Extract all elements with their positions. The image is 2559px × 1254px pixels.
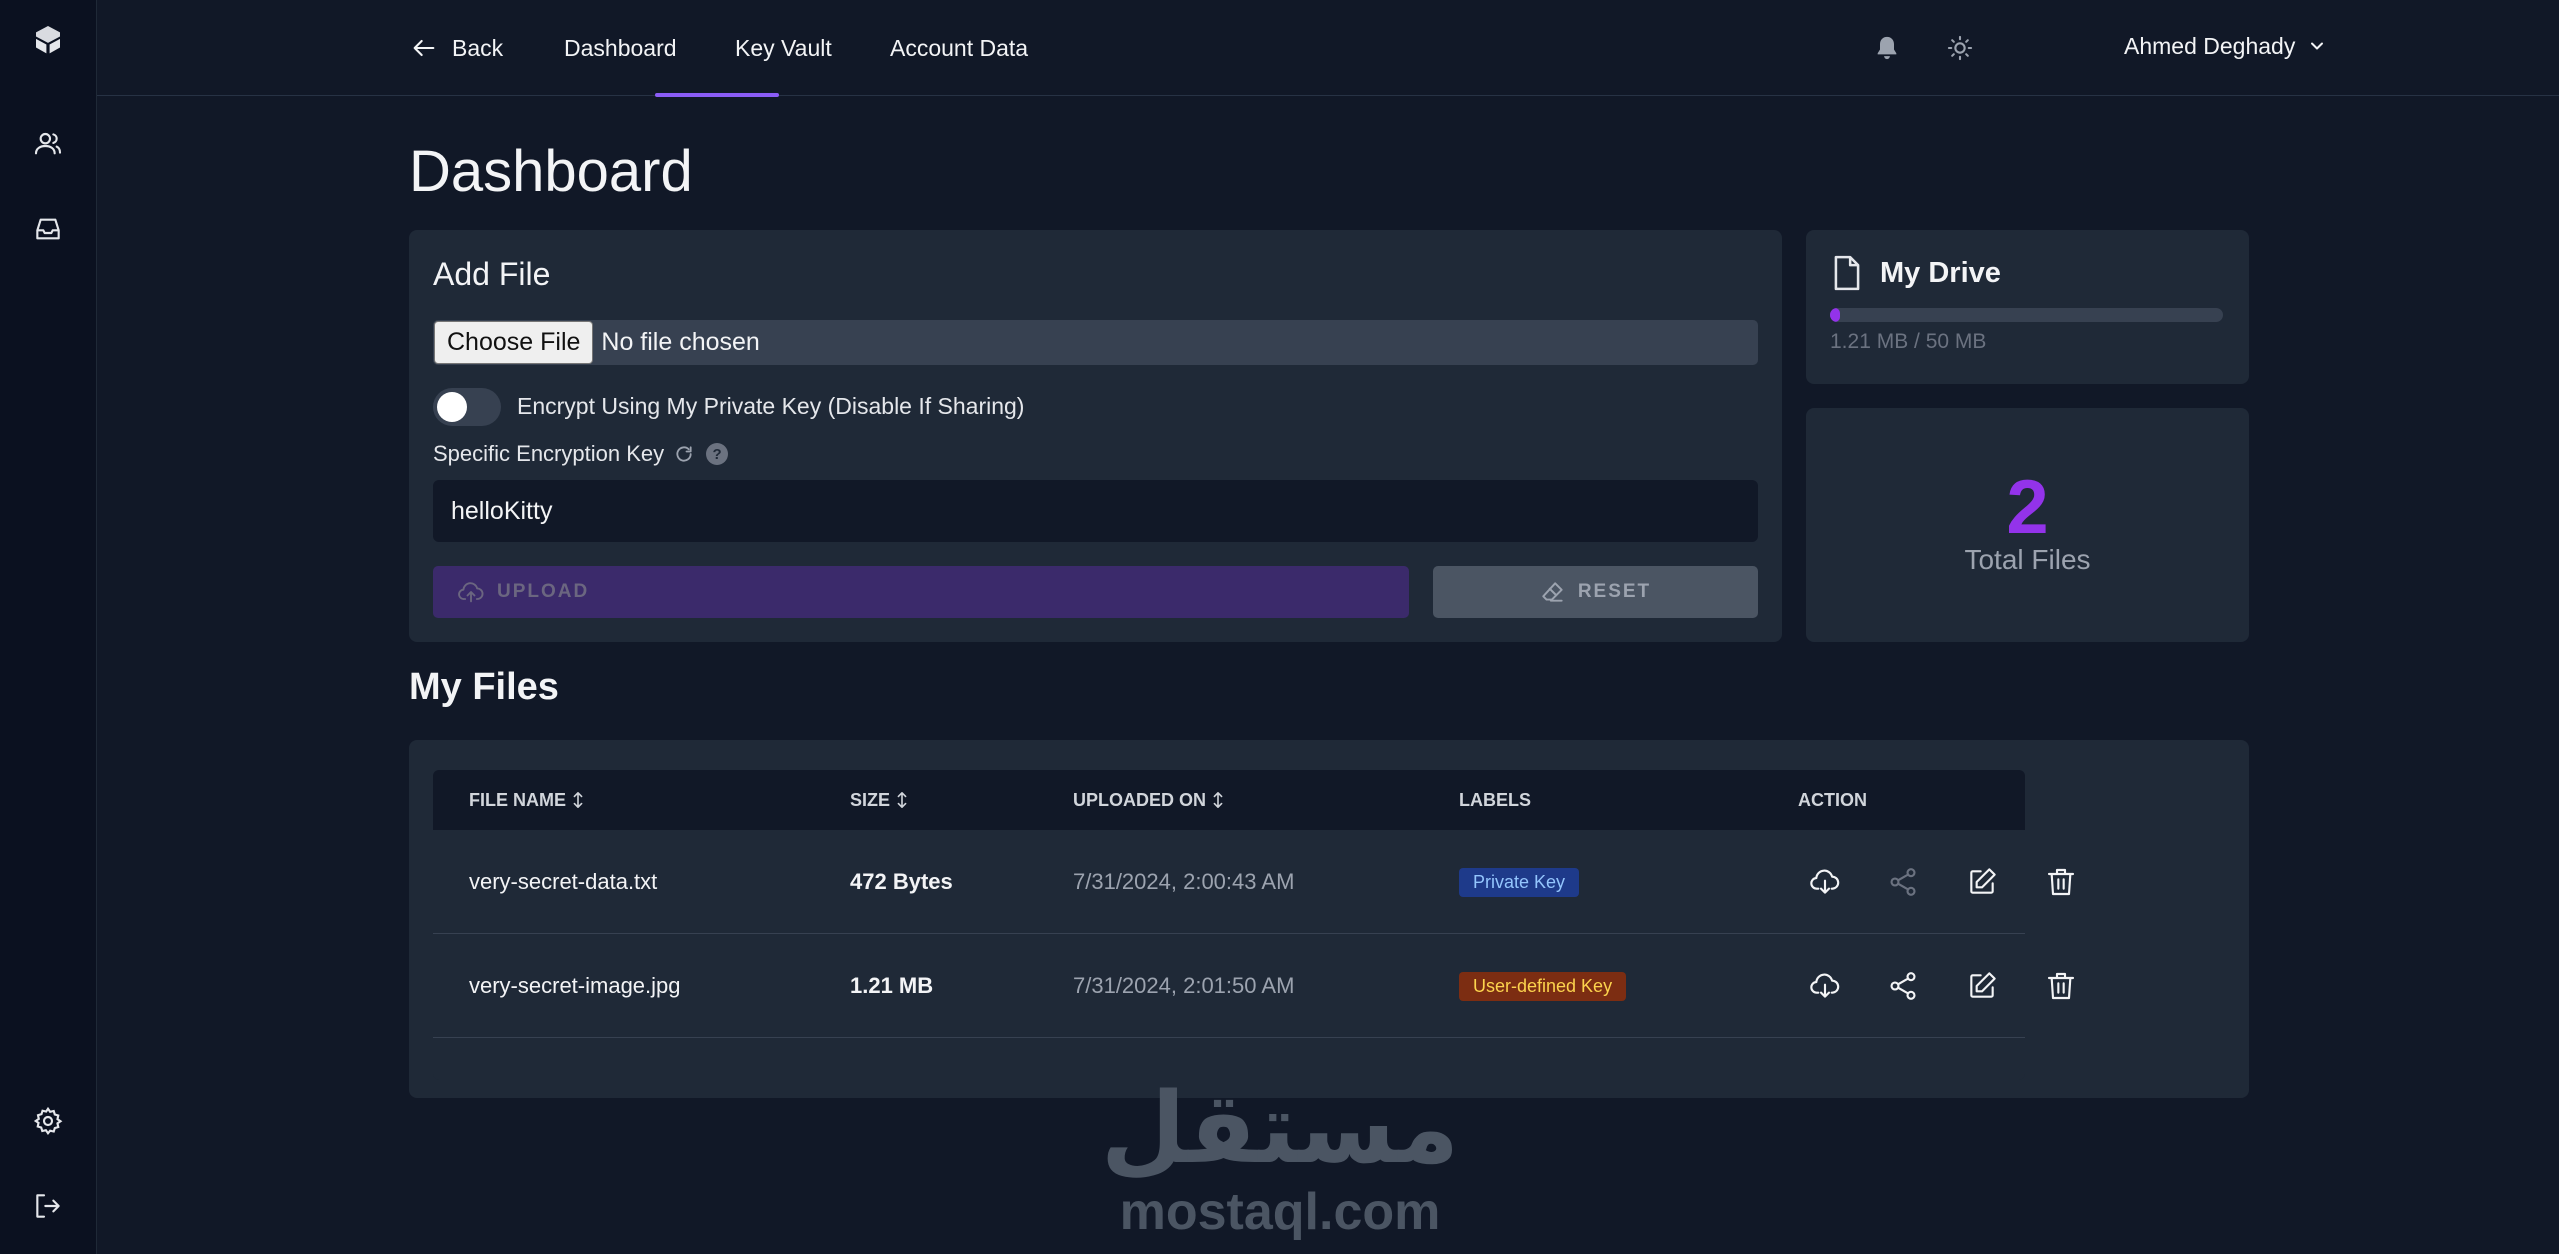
page-title: Dashboard [409,139,693,204]
col-action: ACTION [1798,789,1867,810]
watermark-latin: mostaql.com [1119,1183,1441,1241]
reset-label: RESET [1577,581,1652,602]
tab-account-data[interactable]: Account Data [890,0,1028,96]
uploaded-on-cell: 7/31/2024, 2:00:43 AM [1073,869,1295,894]
chevron-down-icon [2311,42,2324,50]
file-icon [1834,255,1860,291]
my-files-title: My Files [409,666,559,708]
no-file-text: No file chosen [601,328,760,356]
storage-progress-fill [1830,308,1840,322]
storage-progress-bar [1830,308,2223,322]
files-table: FILE NAME SIZE UPLOADED ON LABELS ACTION… [433,770,2075,1080]
total-files-card: 2 Total Files [1806,408,2249,642]
col-labels: LABELS [1459,789,1531,810]
col-file-name-label: FILE NAME [469,789,566,810]
label-badge: User-defined Key [1459,971,1627,1001]
eraser-icon [1542,582,1563,602]
toggle-knob [437,392,467,422]
table-header: FILE NAME SIZE UPLOADED ON LABELS ACTION [433,770,2025,830]
tab-dashboard[interactable]: Dashboard [564,0,677,96]
sort-icon [1213,791,1223,809]
my-drive-card: My Drive 1.21 MB / 50 MB [1806,230,2249,384]
label-cell: User-defined Key [1459,934,1627,1038]
tab-key-vault[interactable]: Key Vault [735,0,832,96]
theme-sun-icon[interactable] [1942,30,1978,66]
encrypt-toggle[interactable] [433,388,501,426]
share-icon[interactable] [1884,863,1922,901]
upload-button[interactable]: UPLOAD [433,566,1409,618]
upload-label: UPLOAD [497,581,590,602]
add-file-card: Add File Choose File No file chosen Encr… [409,230,1782,642]
add-file-title: Add File [433,256,551,292]
choose-file-button[interactable]: Choose File [434,321,594,364]
total-files-count: 2 [2006,465,2049,550]
reset-button[interactable]: RESET [1433,566,1758,618]
storage-usage-text: 1.21 MB / 50 MB [1830,330,1987,353]
col-size[interactable]: SIZE [850,770,910,830]
file-size-cell: 1.21 MB [850,973,934,998]
users-icon[interactable] [28,124,68,164]
col-size-label: SIZE [850,789,891,810]
col-uploaded-on[interactable]: UPLOADED ON [1073,770,1226,830]
refresh-icon[interactable] [674,444,694,464]
watermark-arabic: مستقل [1100,1072,1460,1186]
logout-icon[interactable] [28,1186,68,1226]
file-name-cell[interactable]: very-secret-image.jpg [469,934,681,1038]
encryption-key-label-text: Specific Encryption Key [433,441,665,466]
cloud-upload-icon [458,582,484,603]
help-icon[interactable]: ? [706,443,729,465]
inbox-icon[interactable] [28,209,68,249]
top-navbar: Back Dashboard Key Vault Account Data Ah… [97,0,2559,97]
user-menu[interactable]: Ahmed Deghady [2124,0,2327,92]
my-drive-title: My Drive [1880,256,2001,289]
col-file-name[interactable]: FILE NAME [469,770,586,830]
logo-cube-icon[interactable] [28,20,68,60]
label-cell: Private Key [1459,830,1580,934]
delete-icon[interactable] [2042,863,2080,901]
edit-icon[interactable] [1963,863,2001,901]
my-drive-header: My Drive [1830,254,2001,292]
my-files-card: FILE NAME SIZE UPLOADED ON LABELS ACTION… [409,740,2249,1098]
watermark-logo: مستقل mostaql.com [1100,1080,1460,1242]
col-uploaded-on-label: UPLOADED ON [1073,789,1207,810]
file-input[interactable]: Choose File No file chosen [433,320,1758,365]
uploaded-on-cell: 7/31/2024, 2:01:50 AM [1073,973,1295,998]
notification-bell-icon[interactable] [1869,30,1905,66]
encrypt-toggle-label: Encrypt Using My Private Key (Disable If… [517,393,1025,419]
user-name: Ahmed Deghady [2124,32,2296,59]
file-name-cell[interactable]: very-secret-data.txt [469,830,657,934]
back-button[interactable]: Back [410,0,503,96]
table-row: very-secret-data.txt 472 Bytes 7/31/2024… [433,830,2075,934]
download-icon[interactable] [1806,967,1844,1005]
encryption-key-input[interactable]: helloKitty [433,480,1758,542]
file-size-cell: 472 Bytes [850,869,953,894]
download-icon[interactable] [1806,863,1844,901]
sort-icon [573,791,583,809]
total-files-label: Total Files [1964,544,2091,575]
delete-icon[interactable] [2042,967,2080,1005]
active-tab-indicator [655,93,779,97]
settings-icon[interactable] [28,1101,68,1141]
encryption-key-label: Specific Encryption Key ? [433,441,729,467]
arrow-left-icon [413,39,435,57]
sidebar [0,0,97,1254]
share-icon[interactable] [1884,967,1922,1005]
edit-icon[interactable] [1963,967,2001,1005]
sort-icon [897,791,907,809]
table-row: very-secret-image.jpg 1.21 MB 7/31/2024,… [433,934,2075,1038]
label-badge: Private Key [1459,867,1580,897]
back-label: Back [452,34,504,61]
